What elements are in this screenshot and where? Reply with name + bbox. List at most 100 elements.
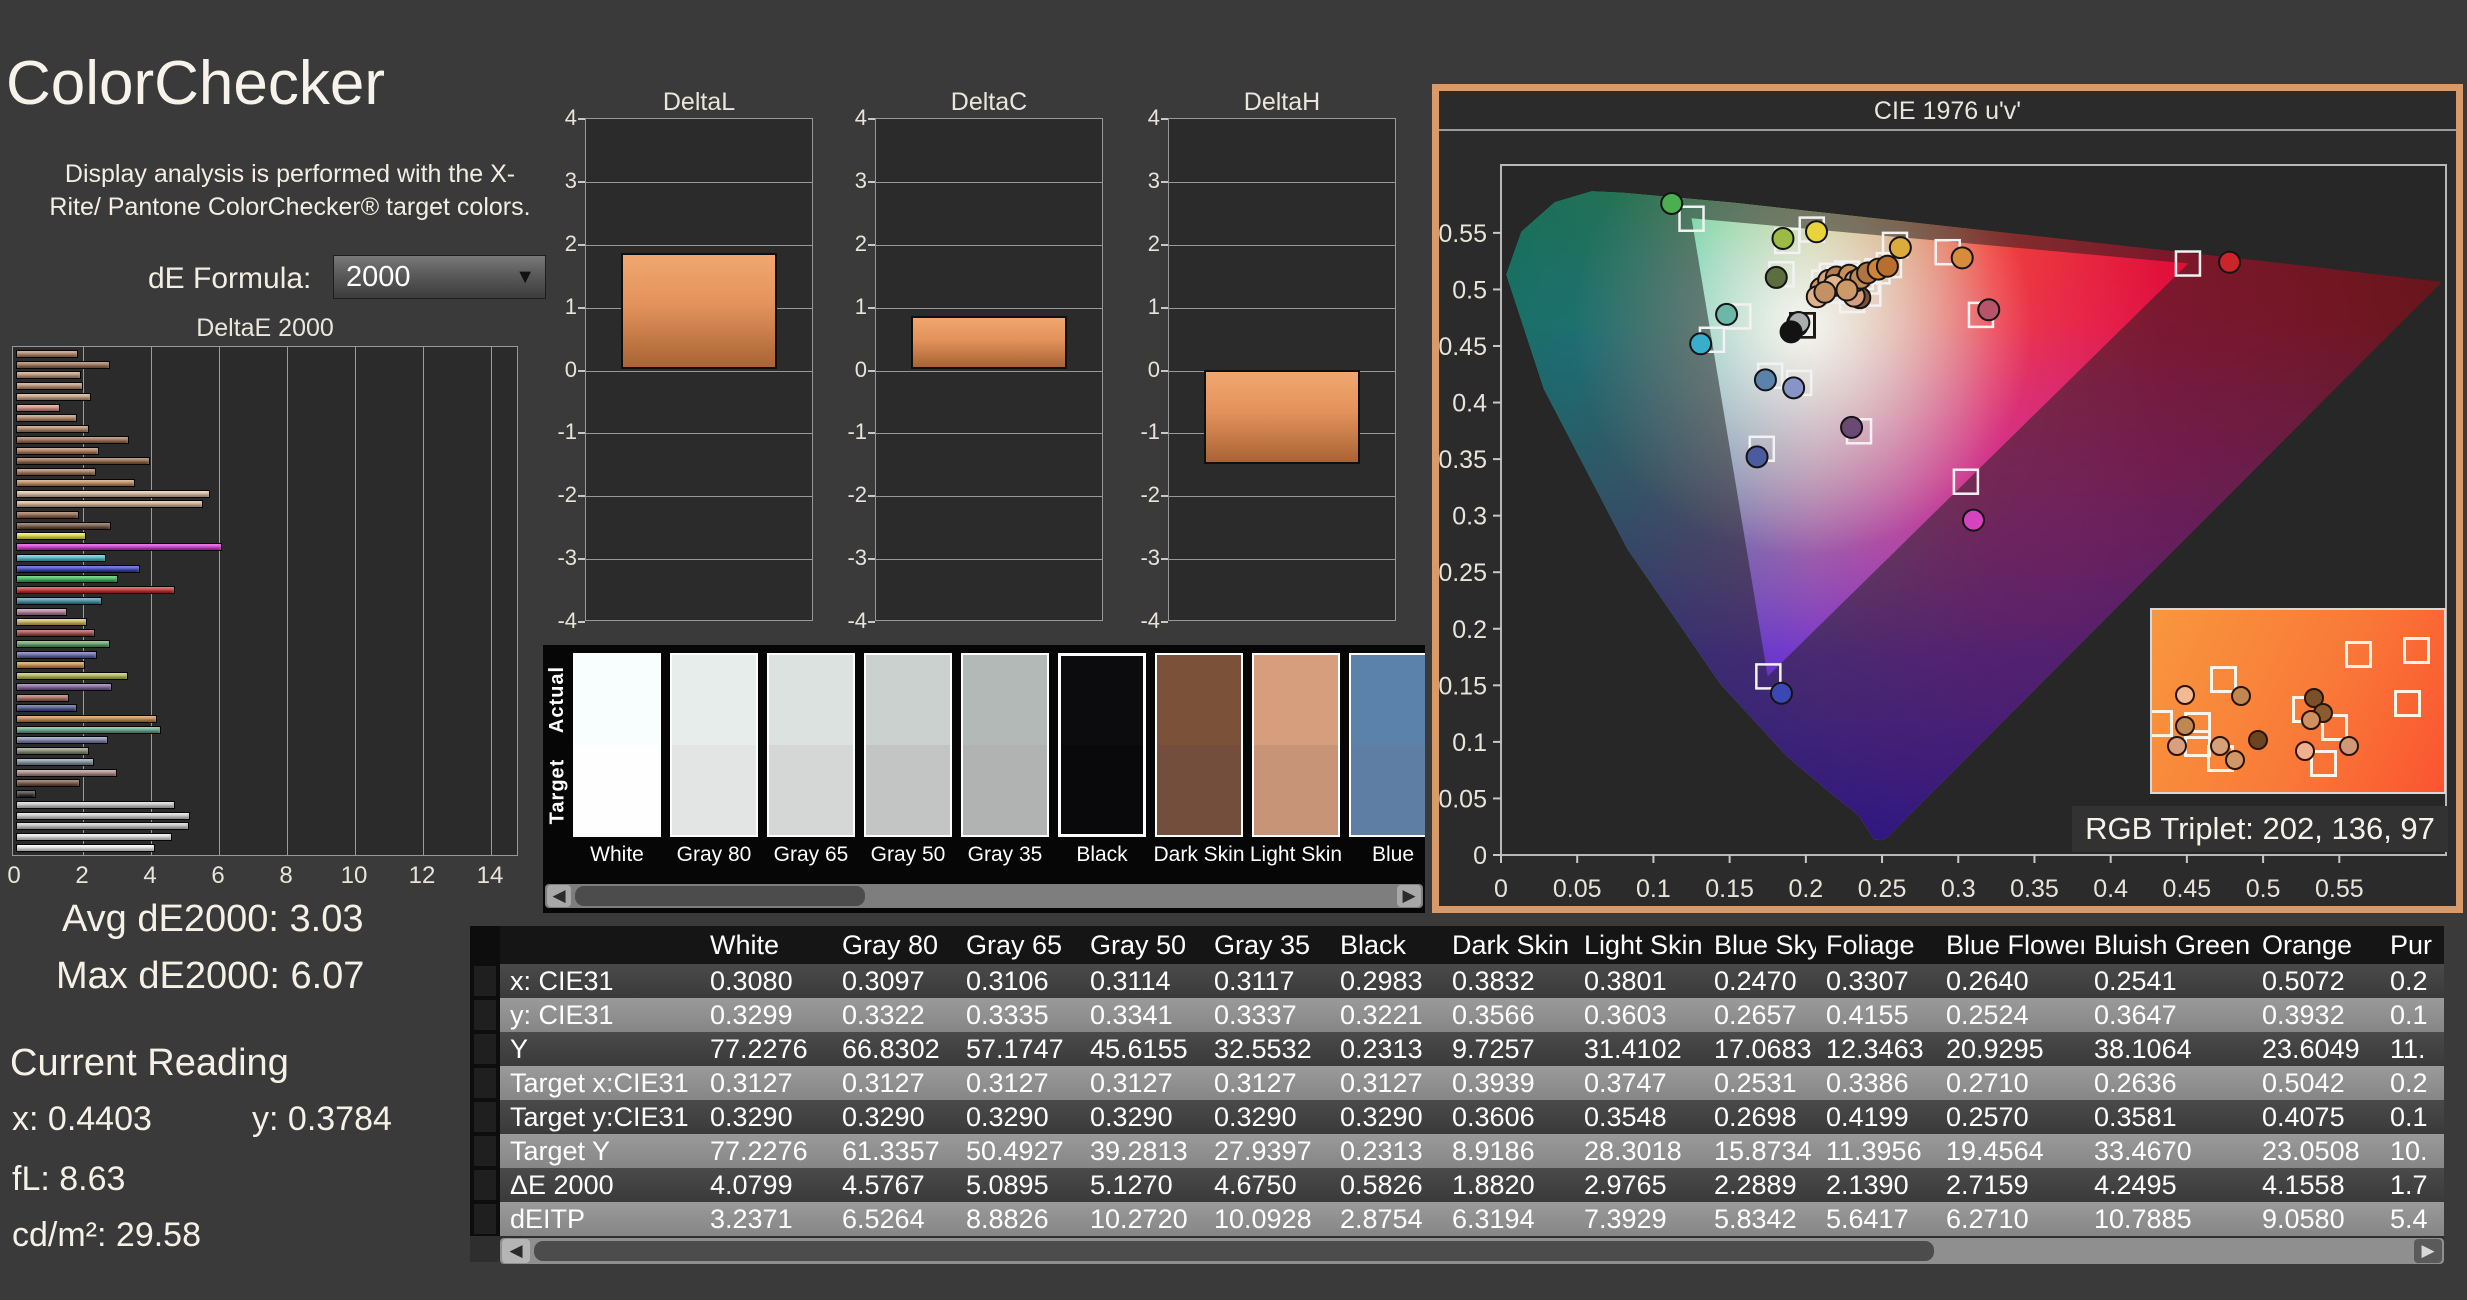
table-cell: 10.2720 xyxy=(1090,1204,1188,1234)
swatch-blue-sky-target xyxy=(1351,745,1425,835)
deltae-bar-gray-50 xyxy=(16,811,190,820)
swatch-scrollbar-thumb[interactable] xyxy=(575,886,865,906)
swatch-gray-80-target xyxy=(672,745,756,835)
cie-point-skin-tone xyxy=(1813,280,1837,304)
swatch-white[interactable] xyxy=(573,653,661,837)
deltae-bar-skin-tone-14 xyxy=(16,489,210,498)
table-cell: 5.1270 xyxy=(1090,1170,1173,1200)
deltae-bar-dark-skin xyxy=(16,779,80,788)
table-gutter-cell xyxy=(474,1000,496,1030)
mini-gridline xyxy=(876,308,1102,309)
table-cell: 0.3117 xyxy=(1214,966,1295,996)
table-cell: 8.9186 xyxy=(1452,1136,1535,1166)
cie-chart-svg: 0 0.05 0.1 0.15 0.2 0.25 0.3 0.35 0.4 0.45 0.5 0.55… xyxy=(1439,164,2447,903)
swatch-scroll-left-button[interactable]: ◀ xyxy=(547,885,571,907)
cie-x-tick: 0.05 xyxy=(1553,875,1602,903)
deltae-bar-green-100 xyxy=(16,575,118,584)
table-header-Dark Skin: Dark Skin xyxy=(1452,930,1570,960)
swatch-gray-50[interactable] xyxy=(864,653,952,837)
cie-zoom-inset xyxy=(2150,608,2446,794)
reading-cdm2: cd/m²: 29.58 xyxy=(12,1216,201,1254)
table-scroll-right-button[interactable]: ▶ xyxy=(2414,1239,2442,1263)
table-cell: 0.3801 xyxy=(1584,966,1667,996)
mini-gridline xyxy=(586,182,812,183)
deltae-bar-white xyxy=(16,843,155,852)
cie-x-tick: 0.5 xyxy=(2246,875,2281,903)
table-cell: 32.5532 xyxy=(1214,1034,1312,1064)
deltae-bar-gray-80 xyxy=(16,833,172,842)
inset-measured-point xyxy=(2175,684,2196,705)
table-cell: 0.3606 xyxy=(1452,1102,1535,1132)
table-scroll-left-button[interactable]: ◀ xyxy=(502,1239,530,1263)
reading-y: y: 0.3784 xyxy=(252,1100,392,1138)
table-cell: 6.5264 xyxy=(842,1204,925,1234)
table-cell: 33.4670 xyxy=(2094,1136,2192,1166)
swatch-blue-sky[interactable] xyxy=(1349,653,1425,837)
cie-point-magenta xyxy=(1962,508,1985,532)
table-cell: 0.3127 xyxy=(1090,1068,1173,1098)
table-cell: 10.0928 xyxy=(1214,1204,1312,1234)
swatch-gray-35-target xyxy=(963,745,1047,835)
swatch-gray-80[interactable] xyxy=(670,653,758,837)
table-gutter-cell xyxy=(474,1102,496,1132)
table-row-label: Target x:CIE31 xyxy=(510,1068,689,1098)
inset-target-square xyxy=(2394,690,2422,718)
de-formula-dropdown[interactable]: 2000 ▼ xyxy=(333,255,546,299)
deltae-bar-purplish-blue xyxy=(16,704,77,713)
deltae-bar-red-100 xyxy=(16,586,175,595)
page-description: Display analysis is performed with the X… xyxy=(49,160,531,221)
swatch-gray-50-actual xyxy=(866,655,950,745)
mini-chart-title-DeltaL: DeltaL xyxy=(662,88,736,116)
table-header-Gray 35: Gray 35 xyxy=(1214,930,1311,960)
colorchecker-screen: ColorChecker Display analysis is perform… xyxy=(0,0,2467,1300)
cie-y-tick: 0.4 xyxy=(1452,390,1487,418)
table-row-label: y: CIE31 xyxy=(510,1000,614,1030)
table-cell: 0.3290 xyxy=(710,1102,793,1132)
table-row-label: Target Y xyxy=(510,1136,611,1166)
table-cell: 0.3307 xyxy=(1826,966,1909,996)
cie-point-orange-yellow xyxy=(1888,236,1912,260)
table-cell: 0.3127 xyxy=(842,1068,925,1098)
swatch-gray-65[interactable] xyxy=(767,653,855,837)
mini-tick-mark xyxy=(868,370,875,372)
deltae-bar-skin-tone-9 xyxy=(16,435,129,444)
table-cell: 0.3290 xyxy=(1214,1102,1297,1132)
table-cell: 4.5767 xyxy=(842,1170,925,1200)
cie-point-cyan xyxy=(1689,332,1713,356)
table-cell: 11.3956 xyxy=(1826,1136,1922,1166)
mini-tick-mark xyxy=(868,244,875,246)
deltae-bar-skin-tone-8 xyxy=(16,425,89,434)
table-cell: 0.2541 xyxy=(2094,966,2177,996)
table-cell: 1.7 xyxy=(2390,1170,2428,1200)
swatch-scroll-right-button[interactable]: ▶ xyxy=(1397,885,1421,907)
swatch-dark-skin[interactable] xyxy=(1155,653,1243,837)
mini-y-tick: 0 xyxy=(1147,357,1160,382)
deltae-bar-foliage xyxy=(16,747,89,756)
table-cell: 0.3290 xyxy=(1340,1102,1423,1132)
cie-point-skin-tone xyxy=(1875,254,1899,278)
table-cell: 0.1 xyxy=(2390,1102,2428,1132)
table-header-Orange: Orange xyxy=(2262,930,2353,960)
mini-y-tick: -4 xyxy=(847,608,867,633)
table-cell: 10.7885 xyxy=(2094,1204,2192,1234)
swatch-blue-sky-actual xyxy=(1351,655,1425,745)
mini-tick-mark xyxy=(1161,181,1168,183)
mini-y-tick: 1 xyxy=(854,294,867,319)
table-cell: 7.3929 xyxy=(1584,1204,1667,1234)
cie-y-tick: 0.35 xyxy=(1439,446,1487,474)
swatch-light-skin[interactable] xyxy=(1252,653,1340,837)
mini-y-tick: -4 xyxy=(1140,608,1160,633)
swatch-black[interactable] xyxy=(1058,653,1146,837)
table-cell: 0.3566 xyxy=(1452,1000,1535,1030)
avg-de2000: Avg dE2000: 3.03 xyxy=(62,898,364,940)
inset-measured-point xyxy=(2225,750,2245,771)
table-cell: 0.3939 xyxy=(1452,1068,1535,1098)
deltae-bar-red xyxy=(16,629,95,638)
table-row: x: CIE31 0.3080 0.3097 0.3106 0.3114 0.3117 0.… xyxy=(500,964,2444,998)
mini-y-tick: 0 xyxy=(854,357,867,382)
cie-x-tick: 0.35 xyxy=(2010,875,2059,903)
swatch-gray-35[interactable] xyxy=(961,653,1049,837)
table-scrollbar-thumb[interactable] xyxy=(534,1241,1934,1261)
table-header-Black: Black xyxy=(1340,930,1407,960)
cie-x-tick: 0.15 xyxy=(1705,875,1754,903)
